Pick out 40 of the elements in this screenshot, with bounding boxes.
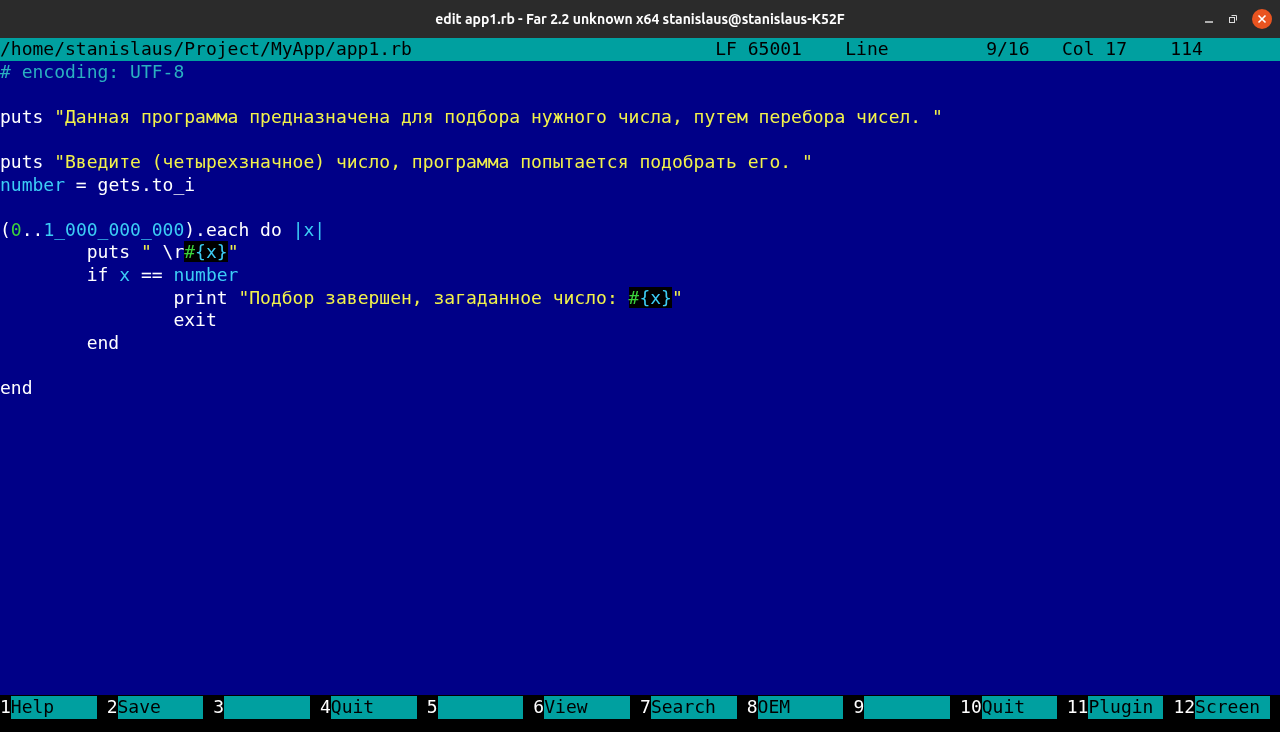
code-line: number = gets.to_i: [0, 173, 196, 195]
function-key-number: 3: [213, 696, 225, 719]
file-path: /home/stanislaus/Project/MyApp/app1.rb: [0, 38, 413, 61]
char-code: 114: [1170, 38, 1203, 61]
function-key-number: 9: [853, 696, 865, 719]
function-key-number: 6: [533, 696, 545, 719]
maximize-icon[interactable]: [1228, 14, 1238, 24]
line-mode-label: Line: [845, 38, 890, 61]
code-line: if x == number: [85, 263, 239, 285]
function-key-button[interactable]: Help: [10, 696, 97, 719]
code-line: (0..1_000_000_000).each do |x|: [0, 218, 326, 240]
code-line: puts " \r#{x}": [85, 241, 239, 263]
function-key-button[interactable]: OEM: [757, 696, 844, 719]
function-key-button[interactable]: Save: [117, 696, 204, 719]
function-key-button[interactable]: Quit: [981, 696, 1057, 719]
function-key-button[interactable]: Search: [650, 696, 737, 719]
close-icon[interactable]: [1252, 9, 1272, 29]
line-position: 9/16: [986, 38, 1031, 61]
code-line: puts "Введите (четырехзначное) число, программа попытается подобрать его. ": [0, 150, 813, 172]
function-key-number: 2: [106, 696, 118, 719]
function-key-number: 11: [1066, 696, 1089, 719]
code-line: puts "Данная программа предназначена для подбора нужного числа, путем перебора чисел. ": [0, 105, 943, 127]
function-key-button[interactable]: View: [544, 696, 631, 719]
function-key-number: 12: [1173, 696, 1196, 719]
code-line: # encoding: UTF-8: [0, 60, 185, 82]
function-key-button[interactable]: Quit: [330, 696, 417, 719]
function-key-number: 10: [960, 696, 982, 719]
window-title: edit app1.rb - Far 2.2 unknown x64 stanislaus@stanislaus-K52F: [435, 9, 845, 29]
column-position: Col 17: [1062, 38, 1128, 61]
codepage-label: LF 65001: [715, 38, 803, 61]
code-line: exit: [172, 309, 217, 331]
function-key-number: 1: [0, 696, 11, 719]
function-key-number: 8: [746, 696, 758, 719]
function-key-button[interactable]: Screen: [1195, 696, 1271, 719]
code-line: end: [0, 376, 33, 398]
function-key-number: 5: [426, 696, 438, 719]
function-key-button[interactable]: Plugin: [1088, 696, 1164, 719]
function-key-number: 7: [640, 696, 651, 719]
code-line: end: [85, 331, 120, 353]
function-key-number: 4: [320, 696, 331, 719]
